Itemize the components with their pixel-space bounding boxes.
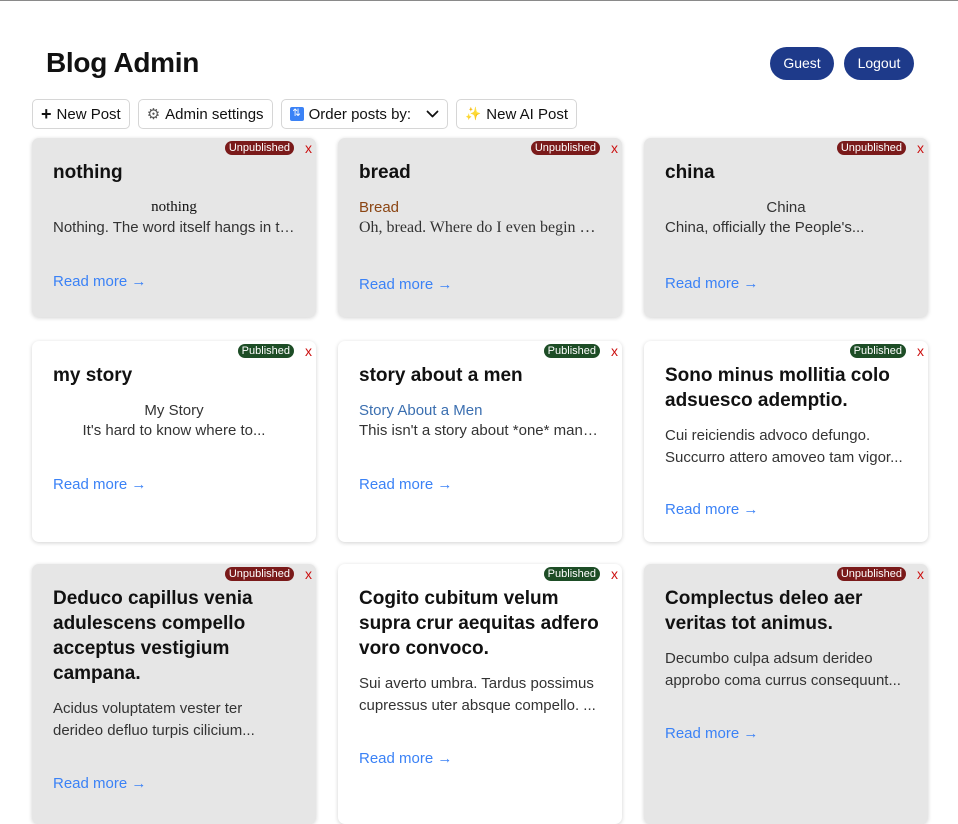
read-more-link[interactable]: Read more → [665, 275, 758, 292]
post-grid: Unpublished x nothing nothing Nothing. T… [32, 138, 928, 824]
post-subtitle: nothing [151, 199, 197, 215]
status-badge: Unpublished [224, 141, 294, 155]
delete-button[interactable]: x [611, 343, 618, 359]
order-posts-select[interactable]: ⇅ Order posts by: [280, 99, 449, 129]
read-more-link[interactable]: Read more → [53, 775, 146, 792]
post-title: Sono minus mollitia colo adsuesco adempt… [665, 365, 890, 411]
read-more-link[interactable]: Read more → [665, 725, 758, 742]
excerpt-line: derideo defluo turpis cilicium... [53, 722, 255, 739]
post-excerpt: Sui averto umbra. Tardus possimus cupres… [359, 673, 601, 717]
excerpt-line: cupressus uter absque compello. ... [359, 697, 596, 714]
status-badge: Unpublished [836, 141, 906, 155]
gear-icon: ⚙ [146, 106, 161, 123]
admin-settings-label: Admin settings [165, 105, 264, 123]
post-card[interactable]: Unpublished x nothing nothing Nothing. T… [32, 138, 316, 317]
excerpt-line: Decumbo culpa adsum derideo [665, 650, 873, 667]
post-card[interactable]: Published x my story My Story It's hard … [32, 341, 316, 542]
new-ai-post-label: New AI Post [486, 105, 568, 123]
excerpt-line: Succurro attero amoveo tam vigor... [665, 449, 903, 466]
new-post-label: New Post [56, 105, 121, 123]
read-more-link[interactable]: Read more → [53, 273, 146, 290]
post-card[interactable]: Published x story about a men Story Abou… [338, 341, 622, 542]
logout-button[interactable]: Logout [844, 46, 914, 80]
excerpt-line: Acidus voluptatem vester ter [53, 700, 243, 717]
post-subtitle: Story About a Men [359, 402, 483, 419]
post-subtitle: China [766, 199, 806, 216]
header-actions: Guest Logout [770, 46, 914, 80]
post-title: nothing [53, 162, 123, 183]
post-card[interactable]: Unpublished x Complectus deleo aer verit… [644, 564, 928, 824]
plus-icon: + [41, 104, 52, 124]
admin-settings-button[interactable]: ⚙ Admin settings [137, 99, 273, 129]
post-excerpt: It's hard to know where to... [82, 422, 266, 439]
delete-button[interactable]: x [611, 140, 618, 156]
delete-button[interactable]: x [917, 140, 924, 156]
order-posts-label: Order posts by: [308, 105, 412, 123]
excerpt-line: approbo coma currus consequunt... [665, 672, 901, 689]
post-excerpt: Nothing. The word itself hangs in the ai… [53, 219, 295, 236]
delete-button[interactable]: x [305, 140, 312, 156]
read-more-link[interactable]: Read more → [53, 476, 146, 493]
post-excerpt: Acidus voluptatem vester ter derideo def… [53, 698, 295, 742]
post-subtitle: Bread [359, 199, 400, 216]
post-title: Deduco capillus venia adulescens compell… [53, 588, 253, 684]
delete-button[interactable]: x [305, 566, 312, 582]
post-title: story about a men [359, 365, 523, 386]
sort-icon: ⇅ [289, 107, 304, 121]
status-badge: Published [543, 567, 600, 581]
delete-button[interactable]: x [305, 343, 312, 359]
post-title: Cogito cubitum velum supra crur aequitas… [359, 588, 599, 659]
page-title: Blog Admin [46, 47, 200, 78]
status-badge: Unpublished [836, 567, 906, 581]
post-title: my story [53, 365, 133, 386]
post-card[interactable]: Published x Cogito cubitum velum supra c… [338, 564, 622, 824]
sparkles-icon: ✨ [465, 106, 482, 121]
guest-button[interactable]: Guest [770, 46, 834, 80]
post-card[interactable]: Published x Sono minus mollitia colo ads… [644, 341, 928, 542]
post-title: bread [359, 162, 411, 183]
post-subtitle: My Story [144, 402, 204, 419]
excerpt-line: Sui averto umbra. Tardus possimus [359, 675, 594, 692]
delete-button[interactable]: x [917, 343, 924, 359]
read-more-link[interactable]: Read more → [359, 750, 452, 767]
post-excerpt: China, officially the People's... [665, 219, 865, 236]
toolbar: + New Post ⚙ Admin settings ⇅ Order post… [32, 99, 577, 129]
delete-button[interactable]: x [611, 566, 618, 582]
header: Blog Admin Guest Logout [46, 43, 914, 83]
post-card[interactable]: Unpublished x china China China, officia… [644, 138, 928, 317]
read-more-link[interactable]: Read more → [665, 501, 758, 518]
post-excerpt: Decumbo culpa adsum derideo approbo coma… [665, 648, 907, 692]
post-title: Complectus deleo aer veritas tot animus. [665, 588, 863, 634]
excerpt-line: Cui reiciendis advoco defungo. [665, 427, 871, 444]
delete-button[interactable]: x [917, 566, 924, 582]
new-post-button[interactable]: + New Post [32, 99, 130, 129]
status-badge: Published [237, 344, 294, 358]
post-excerpt: This isn't a story about *one* man, but [359, 422, 601, 439]
post-card[interactable]: Unpublished x Deduco capillus venia adul… [32, 564, 316, 824]
status-badge: Published [849, 344, 906, 358]
read-more-link[interactable]: Read more → [359, 276, 452, 293]
chevron-down-icon [426, 110, 439, 119]
status-badge: Unpublished [224, 567, 294, 581]
new-ai-post-button[interactable]: ✨ New AI Post [456, 99, 577, 129]
status-badge: Unpublished [530, 141, 600, 155]
post-excerpt: Cui reiciendis advoco defungo. Succurro … [665, 425, 907, 469]
status-badge: Published [543, 344, 600, 358]
post-title: china [665, 162, 715, 183]
read-more-link[interactable]: Read more → [359, 476, 452, 493]
post-excerpt: Oh, bread. Where do I even begin with [359, 219, 601, 236]
post-card[interactable]: Unpublished x bread Bread Oh, bread. Whe… [338, 138, 622, 317]
